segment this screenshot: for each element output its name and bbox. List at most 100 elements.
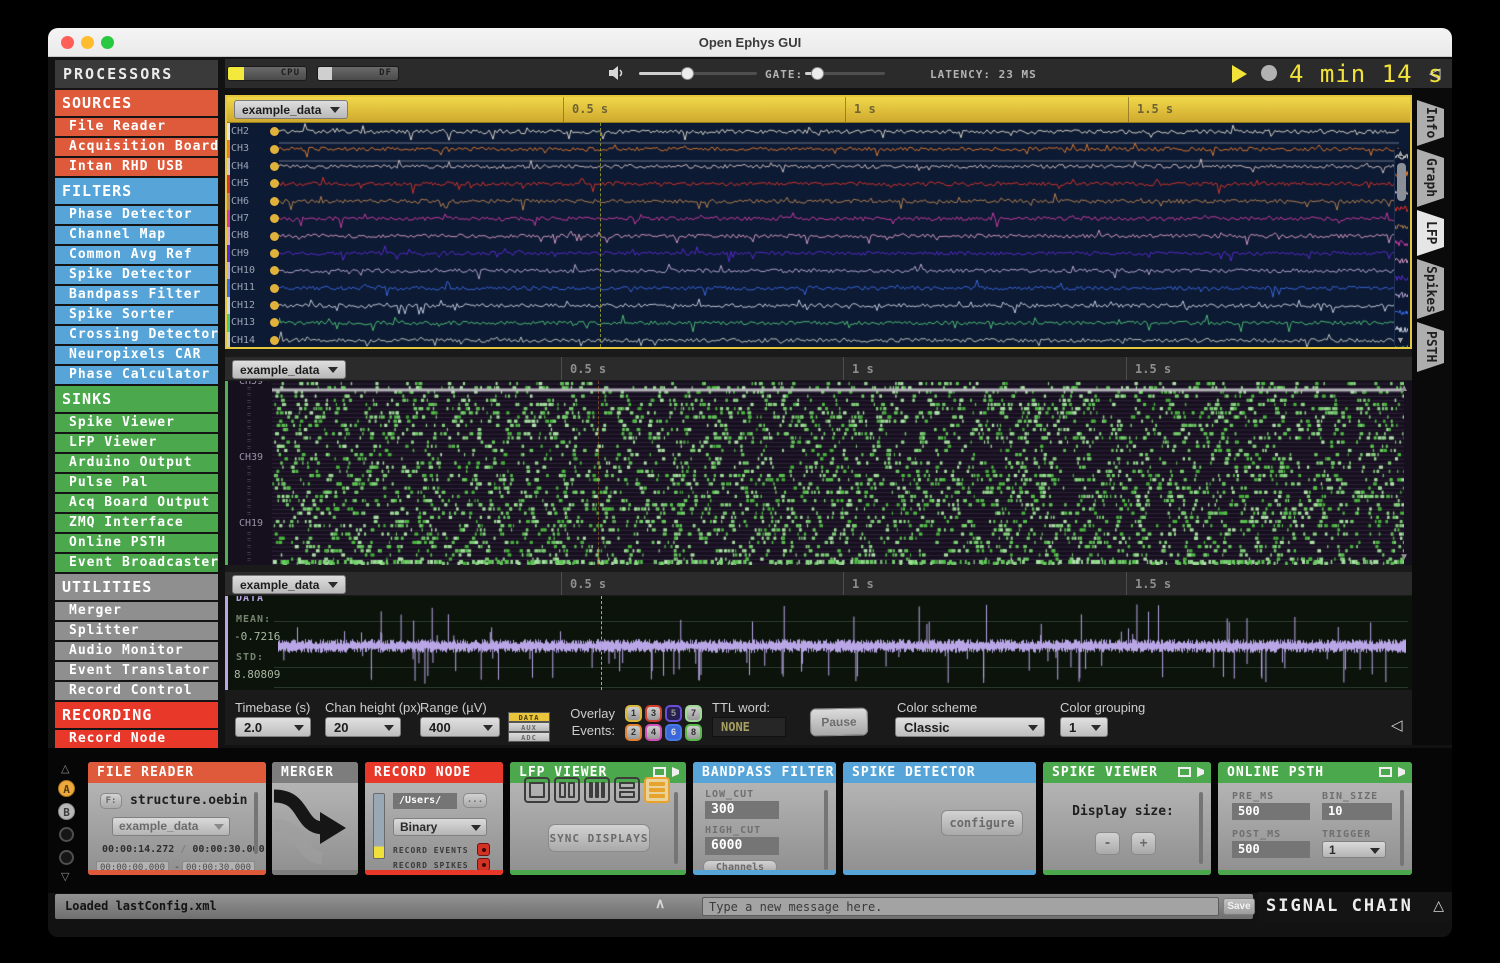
layout-single-button[interactable] xyxy=(524,777,550,803)
sidebar-item-splitter[interactable]: Splitter xyxy=(55,622,218,640)
viewer-tab-info[interactable]: Info xyxy=(1417,100,1444,146)
open-tab-icon[interactable] xyxy=(672,767,679,777)
overlay-event-button-1[interactable]: 1 xyxy=(625,705,642,722)
chain-up-icon[interactable]: △ xyxy=(61,762,69,775)
sidebar-item-event-translator[interactable]: Event Translator xyxy=(55,662,218,680)
overlay-event-button-7[interactable]: 7 xyxy=(685,705,702,722)
raster-plot-area[interactable]: ============================CH59CH39CH19… xyxy=(225,381,1412,565)
sidebar-item-phase-detector[interactable]: Phase Detector xyxy=(55,206,218,224)
chain-selector-empty-2[interactable] xyxy=(59,850,74,865)
open-window-icon[interactable] xyxy=(653,767,666,777)
sidebar-item-channel-map[interactable]: Channel Map xyxy=(55,226,218,244)
sidebar-item-audio-monitor[interactable]: Audio Monitor xyxy=(55,642,218,660)
open-tab-icon[interactable] xyxy=(1398,767,1405,777)
sidebar-item-intan-rhd-usb[interactable]: Intan RHD USB xyxy=(55,158,218,176)
chain-down-icon[interactable]: ▽ xyxy=(61,870,69,883)
viewer-tab-psth[interactable]: PSTH xyxy=(1417,322,1444,372)
file-select-button[interactable]: F: xyxy=(100,793,122,809)
viewer-tab-lfp[interactable]: LFP xyxy=(1417,210,1444,256)
sidebar-item-arduino-output[interactable]: Arduino Output xyxy=(55,454,218,472)
open-window-icon[interactable] xyxy=(1178,767,1191,777)
layout-three-col-button[interactable] xyxy=(584,777,610,803)
channel-enable-dot[interactable] xyxy=(270,145,279,154)
sidebar-item-record-control[interactable]: Record Control xyxy=(55,682,218,700)
color-grouping-dropdown[interactable]: 1 xyxy=(1060,717,1108,737)
bin-size-field[interactable]: 10 xyxy=(1322,803,1392,820)
module-bandpass-filter[interactable]: BANDPASS FILTER LOW_CUT 300 HIGH_CUT 600… xyxy=(693,762,836,875)
layout-two-row-button[interactable] xyxy=(614,777,640,803)
signal-chain-panel[interactable]: SIGNAL CHAIN △ xyxy=(1258,892,1452,921)
module-spike-viewer[interactable]: SPIKE VIEWER Display size: - + xyxy=(1043,762,1211,875)
play-button[interactable] xyxy=(1232,65,1247,83)
trigger-dropdown[interactable]: 1 xyxy=(1322,841,1386,858)
configure-button[interactable]: configure xyxy=(941,810,1023,836)
module-scrollbar[interactable] xyxy=(1199,792,1203,864)
sidebar-item-crossing-detector[interactable]: Crossing Detector xyxy=(55,326,218,344)
chain-selector-empty-1[interactable] xyxy=(59,827,74,842)
module-spike-detector[interactable]: SPIKE DETECTOR configure xyxy=(843,762,1036,875)
gate-slider[interactable] xyxy=(805,72,885,75)
sync-displays-button[interactable]: SYNC DISPLAYS xyxy=(548,824,650,852)
module-merger[interactable]: MERGER xyxy=(272,762,358,875)
overlay-event-button-6[interactable]: 6 xyxy=(665,724,682,741)
lfp-overview-scrollbar[interactable]: ▲ ▼ xyxy=(1394,149,1408,345)
channel-enable-dot[interactable] xyxy=(270,266,279,275)
module-scrollbar[interactable] xyxy=(824,790,828,870)
range-dropdown[interactable]: 400 xyxy=(420,717,500,737)
module-file-reader[interactable]: FILE READER F: structure.oebin example_d… xyxy=(88,762,266,875)
scroll-up-icon[interactable]: ▲ xyxy=(1396,148,1405,158)
sidebar-item-zmq-interface[interactable]: ZMQ Interface xyxy=(55,514,218,532)
record-path-field[interactable]: /Users/ xyxy=(393,793,457,809)
chain-selector-b[interactable]: B xyxy=(58,803,75,820)
sidebar-item-bandpass-filter[interactable]: Bandpass Filter xyxy=(55,286,218,304)
module-online-psth[interactable]: ONLINE PSTH PRE_MS 500 BIN_SIZE 10 POST_… xyxy=(1218,762,1412,875)
module-scrollbar[interactable] xyxy=(674,792,678,864)
overview-scroll-thumb[interactable] xyxy=(1397,163,1406,201)
signal-type-button-adc[interactable]: ADC xyxy=(508,732,550,742)
channel-enable-dot[interactable] xyxy=(270,179,279,188)
low-cut-field[interactable]: 300 xyxy=(705,801,779,819)
dataset-dropdown[interactable]: example_data xyxy=(112,817,230,836)
layout-three-row-button[interactable] xyxy=(644,777,670,803)
lfp-plot-area[interactable]: CH2CH3CH4CH5CH6CH7CH8CH9CH10CH11CH12CH13… xyxy=(227,123,1410,347)
chevron-up-icon[interactable]: ∧ xyxy=(655,896,665,913)
sidebar-item-acq-board-output[interactable]: Acq Board Output xyxy=(55,494,218,512)
sidebar-item-acquisition-board[interactable]: Acquisition Board xyxy=(55,138,218,156)
display-size-plus-button[interactable]: + xyxy=(1131,832,1156,855)
open-tab-icon[interactable] xyxy=(1197,767,1204,777)
high-cut-field[interactable]: 6000 xyxy=(705,837,779,855)
channel-enable-dot[interactable] xyxy=(270,197,279,206)
open-window-icon[interactable] xyxy=(1379,767,1392,777)
overlay-event-button-8[interactable]: 8 xyxy=(685,724,702,741)
record-events-toggle[interactable] xyxy=(477,843,490,856)
module-scrollbar[interactable] xyxy=(254,792,258,854)
layout-two-col-button[interactable] xyxy=(554,777,580,803)
overlay-event-button-3[interactable]: 3 xyxy=(645,705,662,722)
timebase-dropdown[interactable]: 2.0 xyxy=(235,717,311,737)
module-scrollbar[interactable] xyxy=(1400,790,1404,866)
chain-selector-a[interactable]: A xyxy=(58,780,75,797)
record-format-dropdown[interactable]: Binary xyxy=(393,818,487,836)
channel-enable-dot[interactable] xyxy=(270,318,279,327)
trace-plot-area[interactable]: DATA MEAN: -0.7216 STD: 8.80809 xyxy=(225,596,1412,690)
scroll-down-icon[interactable]: ▼ xyxy=(1399,552,1409,563)
volume-slider[interactable] xyxy=(639,72,757,75)
sidebar-item-phase-calculator[interactable]: Phase Calculator xyxy=(55,366,218,384)
data-source-dropdown[interactable]: example_data xyxy=(232,575,346,594)
sidebar-item-spike-viewer[interactable]: Spike Viewer xyxy=(55,414,218,432)
expand-chain-icon[interactable]: △ xyxy=(1433,898,1444,915)
channel-enable-dot[interactable] xyxy=(270,214,279,223)
sidebar-item-online-psth[interactable]: Online PSTH xyxy=(55,534,218,552)
scroll-up-icon[interactable]: ▲ xyxy=(1399,383,1409,394)
gate-slider-thumb[interactable] xyxy=(811,67,824,80)
module-lfp-viewer[interactable]: LFP VIEWER SYNC DISPLAYS xyxy=(510,762,686,875)
sidebar-item-event-broadcaster[interactable]: Event Broadcaster xyxy=(55,554,218,572)
sidebar-item-spike-detector[interactable]: Spike Detector xyxy=(55,266,218,284)
channel-enable-dot[interactable] xyxy=(270,284,279,293)
overlay-event-button-5[interactable]: 5 xyxy=(665,705,682,722)
sidebar-item-neuropixels-car[interactable]: Neuropixels CAR xyxy=(55,346,218,364)
message-input[interactable] xyxy=(702,897,1219,916)
viewer-tab-spikes[interactable]: Spikes xyxy=(1417,259,1444,319)
sidebar-item-pulse-pal[interactable]: Pulse Pal xyxy=(55,474,218,492)
speaker-icon[interactable] xyxy=(609,66,625,81)
